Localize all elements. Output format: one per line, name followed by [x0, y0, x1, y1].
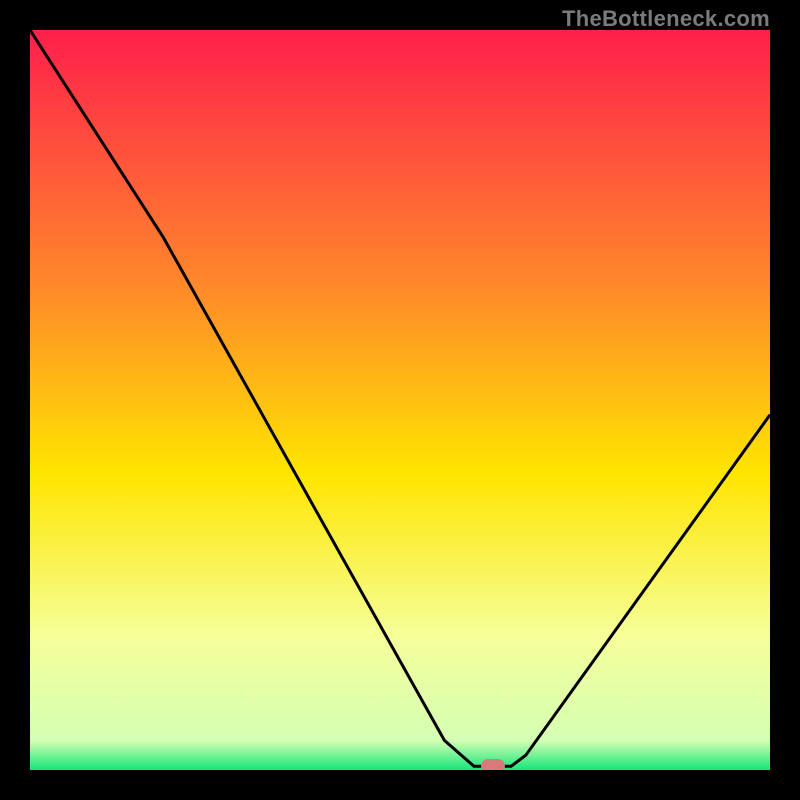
watermark-text: TheBottleneck.com [562, 6, 770, 32]
chart-frame: TheBottleneck.com [0, 0, 800, 800]
plot-area [30, 30, 770, 770]
optimum-marker [481, 759, 505, 770]
bottleneck-curve [30, 30, 770, 770]
